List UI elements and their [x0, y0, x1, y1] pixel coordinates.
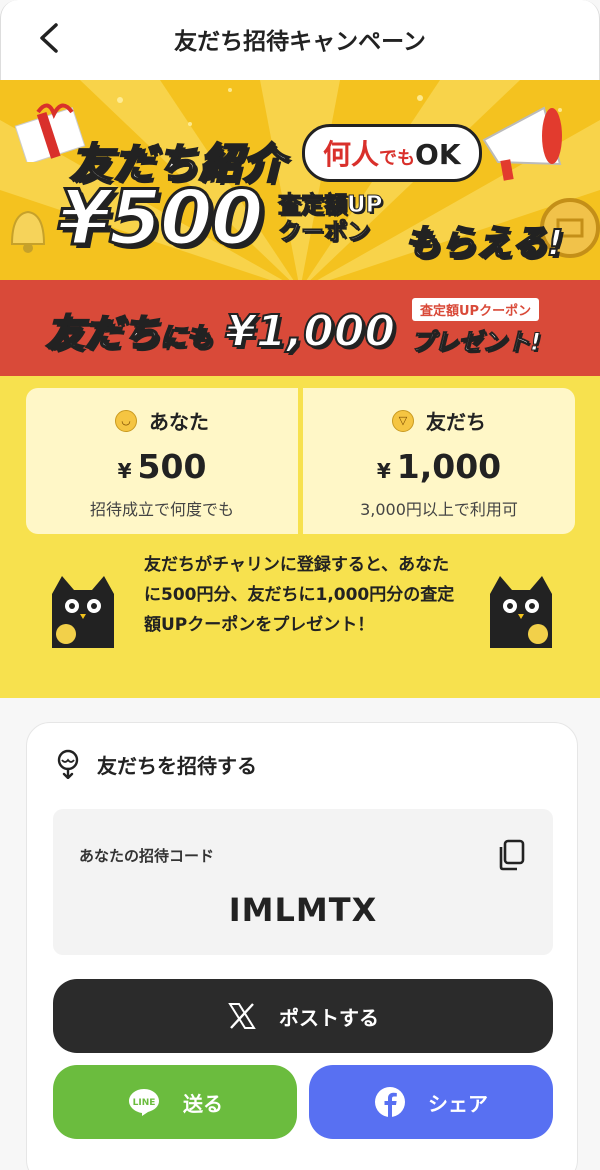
- send-via-line-button[interactable]: LINE 送る: [53, 1065, 297, 1139]
- banner-sub-line2: クーポン: [278, 219, 371, 246]
- invite-heading-row: 友だちを招待する: [53, 749, 257, 779]
- friend-bonus-part2: にも: [159, 322, 213, 354]
- smile-emoji-icon: ◡: [115, 409, 137, 432]
- friend-bonus-strip: 友だちにも ¥1,000 査定額UPクーポン プレゼント!: [0, 280, 600, 376]
- svg-text:LINE: LINE: [133, 1098, 156, 1108]
- friend-bonus-part1: 友だち: [45, 310, 161, 356]
- copy-icon[interactable]: [497, 839, 525, 871]
- header-bar: 友だち招待キャンペーン: [0, 0, 600, 80]
- friend-bonus-amount: ¥1,000: [224, 305, 396, 358]
- banner-tail: もらえる!: [403, 222, 564, 265]
- badge-mid: でも: [379, 148, 416, 169]
- invite-heading: 友だちを招待する: [97, 753, 257, 778]
- reward-amount: ¥500: [117, 447, 207, 486]
- badge-suffix: OK: [415, 138, 461, 171]
- line-button-label: 送る: [183, 1091, 223, 1116]
- cat-mascot-icon: [52, 576, 114, 648]
- reward-card-you: ◡ あなた ¥500 招待成立で何度でも: [26, 388, 298, 534]
- reward-card-friend: ▽ 友だち ¥1,000 3,000円以上で利用可: [303, 388, 575, 534]
- banner-sub: 査定額UP クーポン: [278, 192, 402, 246]
- invite-code-value[interactable]: IMLMTX: [53, 891, 553, 929]
- x-logo-icon: [228, 1003, 256, 1029]
- badge-prefix: 何人: [323, 138, 380, 171]
- post-button-label: ポストする: [279, 1005, 379, 1030]
- reward-amount: ¥1,000: [376, 447, 502, 486]
- grin-emoji-icon: ▽: [392, 409, 414, 432]
- app-screen: 友だち招待キャンペーン 友だち紹介 何人でもOK ¥500 査定額UP クーポン…: [0, 0, 600, 1170]
- rewards-section: ◡ あなた ¥500 招待成立で何度でも ▽ 友だち ¥1,000 3,000円…: [0, 376, 600, 698]
- page-title: 友だち招待キャンペーン: [174, 29, 426, 55]
- invite-code-box: あなたの招待コード IMLMTX: [53, 809, 553, 955]
- invite-panel: 友だちを招待する あなたの招待コード IMLMTX ポストする LINE 送る: [26, 722, 578, 1170]
- campaign-description: 友だちがチャリンに登録すると、あなたに500円分、友だちに1,000円分の査定額…: [144, 555, 455, 635]
- post-to-x-button[interactable]: ポストする: [53, 979, 553, 1053]
- banner-ok-badge: 何人でもOK: [302, 124, 482, 182]
- friend-bonus-text: 友だちにも ¥1,000: [45, 302, 396, 358]
- friend-bonus-present: プレゼント!: [410, 328, 542, 357]
- cat-mascot-icon: [490, 576, 552, 648]
- reward-label: あなた: [149, 410, 209, 434]
- reward-note: 招待成立で何度でも: [89, 500, 234, 519]
- megaphone-icon: [482, 106, 562, 181]
- banner-amount: ¥500: [57, 173, 266, 262]
- banner-sub-line1: 査定額UP: [278, 192, 384, 219]
- reward-label: 友だち: [426, 410, 486, 434]
- reward-note: 3,000円以上で利用可: [360, 500, 518, 519]
- campaign-banner: 友だち紹介 何人でもOK ¥500 査定額UP クーポン もらえる!: [0, 80, 600, 280]
- facebook-logo-icon: [375, 1087, 405, 1117]
- share-facebook-button[interactable]: シェア: [309, 1065, 553, 1139]
- bell-icon: [10, 210, 46, 253]
- invite-person-icon: [57, 749, 79, 779]
- line-logo-icon: LINE: [129, 1089, 159, 1116]
- coupon-badge: 査定額UPクーポン: [412, 298, 540, 321]
- invite-code-label: あなたの招待コード: [79, 847, 215, 865]
- share-button-label: シェア: [428, 1091, 488, 1116]
